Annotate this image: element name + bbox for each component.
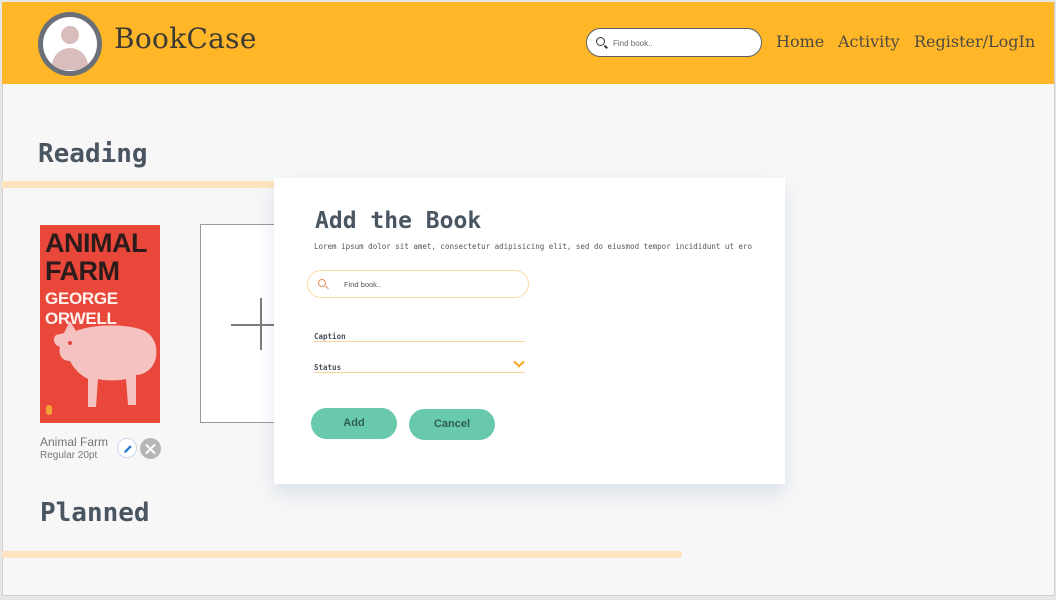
modal-search-input[interactable] xyxy=(344,277,514,291)
caption-input[interactable] xyxy=(314,329,525,344)
nav-register-login[interactable]: Register/LogIn xyxy=(914,32,1035,51)
add-button[interactable]: Add xyxy=(311,408,397,439)
book-cover[interactable]: ANIMAL FARM GEORGE ORWELL xyxy=(40,225,160,423)
book-title: Animal Farm xyxy=(40,435,109,449)
modal-title: Add the Book xyxy=(315,208,482,234)
user-avatar[interactable] xyxy=(38,12,102,76)
add-book-card[interactable] xyxy=(200,224,280,423)
avatar-icon xyxy=(43,17,97,71)
status-input[interactable] xyxy=(314,360,525,375)
brand-title: BookCase xyxy=(114,22,257,55)
edit-button[interactable] xyxy=(117,438,137,458)
header-search[interactable] xyxy=(586,28,762,57)
delete-button[interactable] xyxy=(140,438,161,459)
book-subtitle: Regular 20pt xyxy=(40,450,98,461)
modal-search[interactable] xyxy=(307,270,529,298)
reading-divider xyxy=(2,181,274,188)
pencil-icon xyxy=(124,445,132,453)
cover-title: ANIMAL FARM xyxy=(45,228,147,286)
planned-divider xyxy=(2,551,682,558)
reading-heading: Reading xyxy=(38,139,148,169)
add-book-modal: Add the Book Lorem ipsum dolor sit amet,… xyxy=(274,178,785,484)
nav-activity[interactable]: Activity xyxy=(838,32,900,51)
plus-icon xyxy=(231,324,275,326)
status-select[interactable] xyxy=(314,356,525,375)
modal-description: Lorem ipsum dolor sit amet, consectetur … xyxy=(314,242,752,251)
search-icon xyxy=(318,279,326,287)
header: BookCase Home Activity Register/LogIn xyxy=(2,2,1054,84)
header-search-input[interactable] xyxy=(613,35,753,51)
pig-illustration xyxy=(53,321,157,407)
search-icon xyxy=(596,37,605,46)
nav-home[interactable]: Home xyxy=(776,32,824,51)
cancel-button[interactable]: Cancel xyxy=(409,409,495,440)
planned-heading: Planned xyxy=(40,498,150,528)
publisher-logo xyxy=(46,405,52,415)
caption-field[interactable] xyxy=(314,326,525,344)
